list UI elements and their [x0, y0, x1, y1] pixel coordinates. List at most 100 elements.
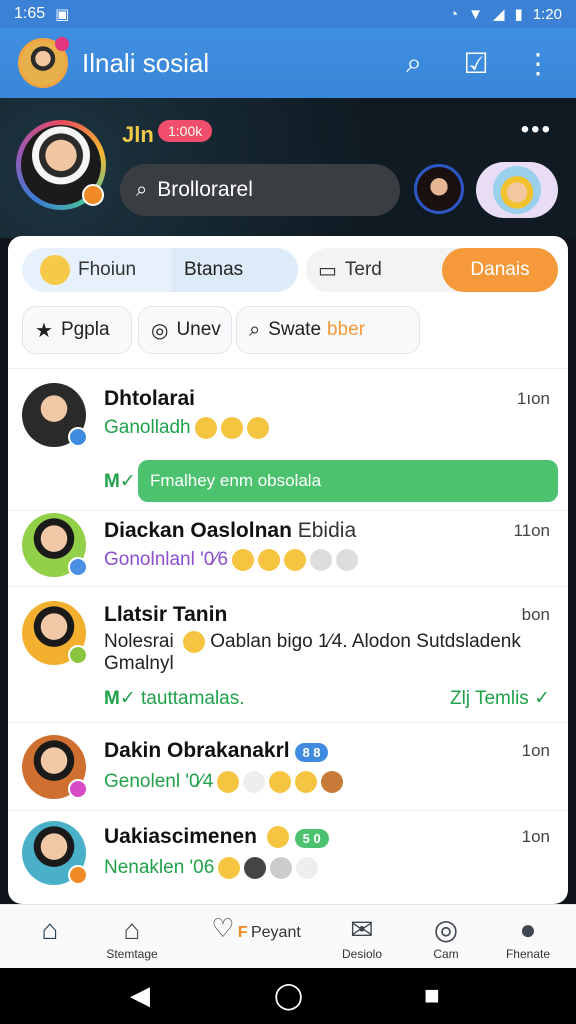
- nav-stemtage[interactable]: ⌂ Stemtage: [92, 913, 172, 961]
- emoji-icon: [321, 771, 344, 793]
- star-icon: ★: [35, 319, 53, 342]
- emoji-icon: [295, 771, 318, 793]
- wifi-icon: ▼: [468, 5, 483, 23]
- story-avatar-2[interactable]: [476, 162, 558, 218]
- search-icon: ⌕: [249, 318, 261, 341]
- chip-swate-label: Swate: [268, 319, 322, 340]
- tab-btanas[interactable]: Btanas: [172, 248, 298, 292]
- home-circle-icon[interactable]: ◯: [274, 980, 303, 1011]
- status-left: 1:65: [14, 5, 46, 22]
- message-time: bon: [521, 605, 550, 624]
- footer-left-text: tauttamalas.: [141, 688, 245, 709]
- nav-cam-label: Cam: [433, 947, 459, 961]
- contact-badge: 5 0: [294, 829, 329, 848]
- home-icon: ⌂: [41, 914, 59, 945]
- nav-fhenate[interactable]: ● Fhenate: [488, 913, 568, 961]
- nav-cam[interactable]: ◎ Cam: [406, 913, 486, 961]
- contact-name-text: Dakin Obrakanakrl: [104, 739, 290, 762]
- notification-banner[interactable]: Fmalhey enm obsolala: [138, 460, 558, 502]
- avatar-badge: [55, 37, 69, 51]
- hero-more-icon[interactable]: •••: [521, 116, 552, 144]
- bottom-navigation: ⌂ ⌂ Stemtage ♡ F Peyant ✉ Desiolo ◎ Cam ● Fh…: [0, 904, 576, 968]
- tab-danais[interactable]: Danais: [442, 248, 558, 292]
- profile-avatar[interactable]: [18, 37, 69, 88]
- check-mark-icon: M✓: [104, 688, 142, 709]
- tab-fhoiun-label: Fhoiun: [78, 259, 137, 280]
- feed-card: Fhoiun Btanas ▭ Terd Danais ★ Pgpla ◎ Unev …: [8, 236, 568, 904]
- chip-pgpla[interactable]: ★ Pgpla: [22, 306, 132, 354]
- profile-hero: Jln 1:00k ••• ⌕ Brollorarel: [0, 98, 576, 238]
- message-time: 1ıon: [516, 389, 550, 408]
- message-time: 1on: [521, 741, 550, 760]
- nav-stemtage-label: Stemtage: [106, 947, 158, 961]
- chip-swate-highlight: bber: [327, 319, 366, 340]
- list-item[interactable]: Dakin Obrakanakrl 8 8 1on Genolenl '0⁄4: [8, 722, 568, 810]
- message-footer-left: M✓ tauttamalas.: [104, 687, 245, 710]
- compose-icon: ☑: [463, 47, 489, 79]
- hero-tag: 1:00k: [158, 120, 213, 142]
- store-icon: ⌂: [123, 914, 141, 945]
- contact-tag: Ebidia: [297, 519, 357, 542]
- list-item[interactable]: Uakiascimenen 5 0 1on Nenaklen '06: [8, 810, 568, 904]
- hero-search-field[interactable]: ⌕ Brollorarel: [120, 164, 400, 216]
- search-button[interactable]: ⌕: [394, 43, 434, 83]
- story-avatar-2-image: [493, 166, 541, 214]
- nav-home[interactable]: ⌂: [10, 913, 90, 947]
- emoji-icon: [258, 549, 281, 571]
- heart-icon: ♡: [211, 913, 235, 943]
- emoji-icon: [269, 771, 292, 793]
- contact-name: Dakin Obrakanakrl 8 8: [104, 739, 328, 763]
- nav-peyant-label: Peyant: [250, 924, 301, 941]
- tab-fhoiun[interactable]: Fhoiun Btanas: [22, 248, 298, 292]
- app-title: Ilnali sosial: [82, 47, 210, 78]
- nav-desiolo[interactable]: ✉ Desiolo: [322, 913, 402, 961]
- message-text-2: Gmalnyl: [104, 653, 174, 675]
- system-navigation-bar: ◀ ◯ ■: [0, 968, 576, 1024]
- check-icon: ✓: [534, 688, 550, 709]
- battery-icon: ▮: [514, 6, 523, 23]
- lock-icon: ◎: [151, 319, 169, 342]
- emoji-icon: [296, 857, 319, 879]
- tab-terd-label: Terd: [344, 259, 382, 280]
- contact-name: Dhtolarai: [104, 387, 196, 410]
- more-vert-icon: ⋮: [524, 47, 552, 79]
- message-footer-right[interactable]: Zlj Temlis ✓: [450, 687, 550, 710]
- emoji-icon: [218, 857, 241, 879]
- nav-peyant[interactable]: ♡ F Peyant: [186, 913, 326, 944]
- more-button[interactable]: ⋮: [518, 43, 558, 83]
- tab-bar: Fhoiun Btanas ▭ Terd Danais: [22, 248, 558, 292]
- smile-emoji-icon: [40, 255, 70, 285]
- signal-icon: ◢: [492, 6, 505, 23]
- list-item[interactable]: Diackan Oaslolnan Ebidia 11on Gonolnlanl…: [8, 510, 568, 586]
- emoji-icon: [232, 549, 255, 571]
- person-icon: ●: [519, 914, 537, 945]
- avatar: [22, 513, 88, 577]
- back-icon[interactable]: ◀: [130, 980, 150, 1011]
- avatar: [22, 601, 88, 665]
- nav-fhenate-label: Fhenate: [505, 947, 551, 961]
- list-item[interactable]: Llatsir Tanin bon Nolesrai Oablan bigo 1…: [8, 586, 568, 722]
- contact-name: Uakiascimenen 5 0: [104, 825, 329, 849]
- star-emoji-icon: [246, 417, 269, 439]
- contact-name: Diackan Oaslolnan Ebidia: [104, 519, 356, 543]
- avatar: [22, 383, 88, 447]
- message-preview: Ganolladh: [104, 417, 269, 439]
- chip-unev[interactable]: ◎ Unev: [138, 306, 232, 354]
- status-time: 1:20: [532, 5, 562, 23]
- story-avatar-1[interactable]: [414, 164, 464, 214]
- search-icon: ⌕: [136, 178, 148, 201]
- message-body: Nolesrai Oablan bigo 1⁄4. Alodon Sutdsla…: [104, 631, 544, 675]
- emoji-icon: [270, 857, 293, 879]
- recents-icon[interactable]: ■: [424, 980, 440, 1011]
- peyant-icon: F: [237, 924, 248, 941]
- compose-button[interactable]: ☑: [456, 43, 496, 83]
- hero-avatar[interactable]: [16, 120, 106, 210]
- footer-right-text: Zlj Temlis: [449, 688, 529, 709]
- emoji-icon: [217, 771, 240, 793]
- status-badge: [68, 779, 88, 799]
- chip-unev-label: Unev: [176, 319, 221, 340]
- status-bar: 1:65 ▣ ◔ ▼ ◢ ▮ 1:20: [0, 0, 576, 28]
- status-badge: [68, 865, 88, 885]
- tab-danais-label: Danais: [470, 259, 530, 280]
- chip-swate[interactable]: ⌕ Swate bber: [236, 306, 420, 354]
